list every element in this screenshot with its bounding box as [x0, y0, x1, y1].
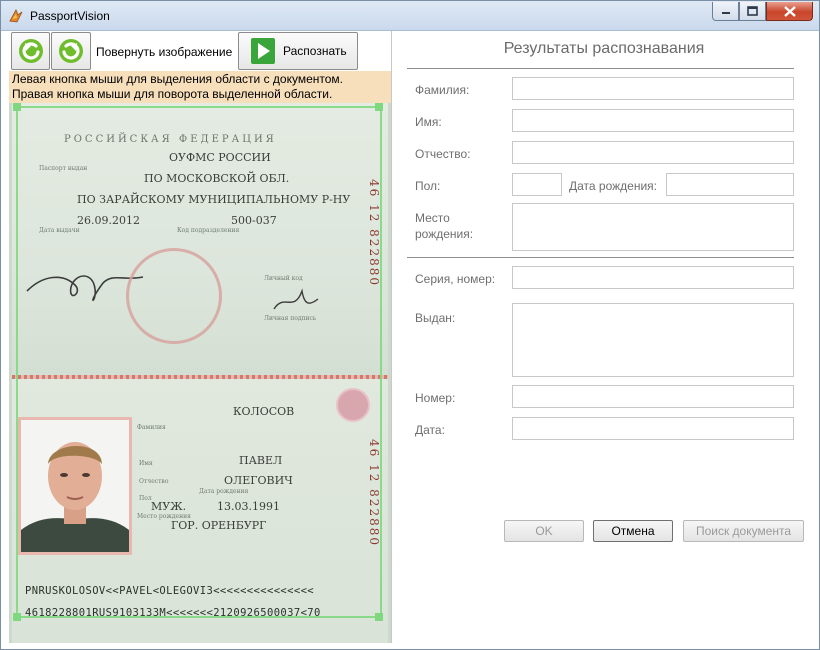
passport-issuer-3: ПО ЗАРАЙСКОМУ МУНИЦИПАЛЬНОМУ Р-НУ: [77, 193, 351, 206]
sex-field[interactable]: [512, 173, 562, 196]
passport-issue-date: 26.09.2012: [77, 214, 140, 227]
search-document-button[interactable]: Поиск документа: [683, 520, 804, 542]
recognize-label: Распознать: [283, 44, 347, 58]
passport-birth-date: 13.03.1991: [217, 500, 280, 513]
issued-label: Выдан:: [415, 311, 456, 325]
instruction-hint: Левая кнопка мыши для выделения области …: [9, 71, 391, 103]
passport-dept-code-label: Код подразделения: [177, 227, 240, 234]
passport-image-canvas[interactable]: РОССИЙСКАЯ ФЕДЕРАЦИЯ Паспорт выдан ОУФМС…: [9, 103, 391, 643]
rotate-right-button[interactable]: [51, 32, 91, 70]
name-label: Имя:: [415, 115, 442, 129]
close-icon: [783, 5, 796, 17]
results-panel: Результаты распознавания Фамилия: Имя: О…: [391, 31, 819, 643]
image-toolbar: Повернуть изображение Распознать: [9, 31, 391, 71]
surname-field[interactable]: [512, 77, 794, 100]
birth-date-label: Дата рождения:: [569, 179, 657, 193]
passport-issue-date-label: Дата выдачи: [39, 227, 80, 234]
ok-button[interactable]: OK: [504, 520, 584, 542]
series-field[interactable]: [512, 266, 794, 289]
hint-line-1: Левая кнопка мыши для выделения области …: [12, 72, 344, 86]
passport-mrz-line-1: PNRUSKOLOSOV<<PAVEL<OLEGOVI3<<<<<<<<<<<<…: [25, 585, 315, 597]
patronymic-field[interactable]: [512, 141, 794, 164]
divider-top: [407, 68, 794, 69]
selection-handle-bottom-right[interactable]: [375, 613, 383, 621]
passport-header: РОССИЙСКАЯ ФЕДЕРАЦИЯ: [64, 134, 277, 145]
passport-code-label: Личный код: [264, 275, 303, 282]
passport-sex-label: Пол: [139, 495, 152, 502]
rotate-left-icon: [18, 39, 43, 63]
surname-label: Фамилия:: [415, 83, 470, 97]
passport-place: ГОР. ОРЕНБУРГ: [171, 519, 267, 532]
birth-date-field[interactable]: [666, 173, 794, 196]
passport-mrz-line-2: 4618228801RUS9103133M<<<<<<<212092650003…: [25, 607, 321, 619]
hologram-stamp: [336, 388, 370, 422]
passport-serial-bottom: 46 12 822880: [367, 439, 381, 547]
sex-label: Пол:: [415, 179, 441, 193]
passport-issuer-1: ОУФМС РОССИИ: [169, 151, 271, 164]
birth-place-field[interactable]: [512, 203, 794, 251]
selection-handle-bottom-left[interactable]: [13, 613, 21, 621]
divider-middle: [407, 257, 794, 258]
passport-dept-code: 500-037: [231, 214, 277, 227]
official-seal: [126, 248, 222, 344]
passport-surname: КОЛОСОВ: [233, 405, 295, 418]
passport-issuer-2: ПО МОСКОВСКОЙ ОБЛ.: [144, 172, 290, 185]
issued-field[interactable]: [512, 303, 794, 377]
number-field[interactable]: [512, 385, 794, 408]
birth-place-label-2: рождения:: [415, 227, 474, 241]
app-icon: [9, 9, 23, 23]
passport-name: ПАВЕЛ: [239, 454, 283, 467]
passport-sex: МУЖ.: [151, 500, 187, 513]
results-title: Результаты распознавания: [503, 40, 705, 57]
play-icon: [251, 38, 275, 64]
passport-issued-label: Паспорт выдан: [39, 165, 88, 172]
maximize-icon: [747, 6, 758, 16]
maximize-button[interactable]: [739, 2, 766, 21]
passport-name-label: Имя: [139, 460, 153, 467]
title-bar[interactable]: PassportVision: [1, 1, 819, 31]
minimize-icon: [721, 12, 730, 14]
passport-birth-label: Дата рождения: [199, 488, 249, 495]
birth-place-label-1: Место: [415, 211, 450, 225]
name-field[interactable]: [512, 109, 794, 132]
passport-patronymic-label: Отчество: [139, 478, 169, 485]
passport-surname-label: Фамилия: [137, 424, 166, 431]
date-label: Дата:: [415, 423, 445, 437]
passport-serial-top: 46 12 822880: [367, 179, 381, 287]
holder-photo: [18, 417, 132, 555]
hint-line-2: Правая кнопка мыши для поворота выделенн…: [12, 87, 333, 101]
holder-signature-image: [273, 288, 319, 310]
window-title: PassportVision: [30, 9, 110, 23]
rotate-image-label: Повернуть изображение: [96, 45, 233, 59]
passport-patronymic: ОЛЕГОВИЧ: [224, 474, 293, 487]
patronymic-label: Отчество:: [415, 147, 471, 161]
image-panel: Повернуть изображение Распознать Левая к…: [9, 31, 391, 643]
holder-photo-image: [21, 420, 129, 552]
date-field[interactable]: [512, 417, 794, 440]
cancel-button[interactable]: Отмена: [593, 520, 673, 542]
series-label: Серия, номер:: [415, 272, 496, 286]
selection-handle-top-right[interactable]: [375, 103, 383, 111]
app-window: PassportVision Повернуть изображение Рас…: [0, 0, 820, 650]
rotate-right-icon: [59, 39, 83, 63]
rotate-left-button[interactable]: [11, 32, 50, 70]
number-label: Номер:: [415, 391, 456, 405]
minimize-button[interactable]: [712, 2, 739, 21]
selection-handle-top-left[interactable]: [13, 103, 21, 111]
close-button[interactable]: [766, 2, 813, 21]
recognize-button[interactable]: Распознать: [238, 32, 358, 70]
